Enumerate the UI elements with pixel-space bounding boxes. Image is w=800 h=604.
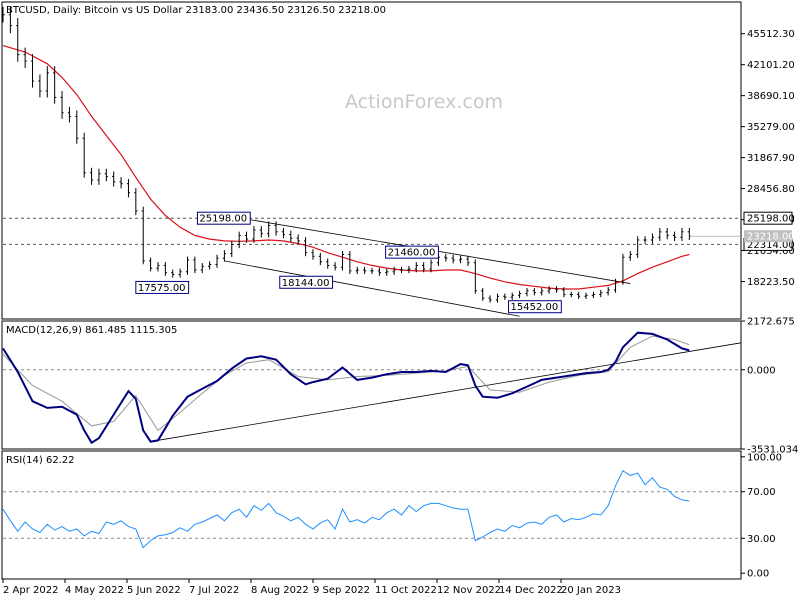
x-tick-label: 20 Jan 2023 [561,585,621,596]
x-tick-label: 14 Dec 2022 [499,585,563,596]
current-price-label: 23218.00 [747,232,795,243]
x-tick-label: 5 Jun 2022 [127,585,181,596]
chart-window: ActionForex.com 45512.30 42101.20 38690.10 3… [0,0,800,600]
pane-frame-2 [1,450,742,580]
rsi-line [2,470,690,549]
price-label: 25198.00 [199,214,247,225]
btcusd-chart: ActionForex.com 45512.30 42101.20 38690.10 3… [1,1,798,596]
price-chart-title: BTCUSD, Daily: Bitcoin vs US Dollar 2318… [6,5,386,16]
watermark-text: ActionForex.com [345,91,503,113]
price-tick-label: 38690.10 [747,91,795,102]
macd-line [2,331,690,445]
rsi-pane: 100.00 70.00 30.00 0.00 RSI(14) 62.22 [2,452,782,580]
price-tick-label: 42101.20 [747,60,795,71]
macd-pane: 2172.6750.000-3531.034MACD(12,26,9) 861.… [2,317,798,456]
macd-tick-label: 0.000 [747,365,776,376]
rsi-tick-label: 100.00 [747,452,782,463]
price-label: 15452.00 [511,302,559,313]
price-tick-label: 45512.30 [747,29,795,40]
price-label: 17575.00 [138,283,186,294]
macd-tick-label: 2172.675 [747,317,795,328]
x-tick-label: 7 Jul 2022 [189,585,239,596]
price-tick-label: 31867.90 [747,153,795,164]
macd-title: MACD(12,26,9) 861.485 1115.305 [6,325,177,336]
x-axis: 2 Apr 2022 4 May 2022 5 Jun 2022 7 Jul 2022… [2,579,621,596]
macd-signal-line [2,335,690,432]
rsi-tick-label: 70.00 [747,487,776,498]
price-tick-label: 28456.80 [747,184,795,195]
x-tick-label: 12 Nov 2022 [437,585,501,596]
x-tick-label: 2 Apr 2022 [3,585,58,596]
price-tick-label: 35279.00 [747,122,795,133]
x-tick-label: 4 May 2022 [65,585,124,596]
level-tag-label: 25198.00 [747,214,795,225]
price-label: 21460.00 [388,248,436,259]
moving-average-line [2,45,690,290]
rsi-title: RSI(14) 62.22 [6,455,75,466]
chart-panes: ActionForex.com 45512.30 42101.20 38690.10 3… [1,1,798,596]
price-label: 18144.00 [282,278,330,289]
rsi-tick-label: 0.00 [747,569,769,580]
x-tick-label: 8 Aug 2022 [251,585,309,596]
x-tick-label: 11 Oct 2022 [375,585,437,596]
macd-trend-line [150,342,742,442]
rsi-tick-label: 30.00 [747,534,776,545]
x-tick-label: 9 Sep 2022 [313,585,370,596]
price-pane: ActionForex.com 45512.30 42101.20 38690.10 3… [1,5,795,317]
price-tick-label: 18223.50 [747,277,795,288]
